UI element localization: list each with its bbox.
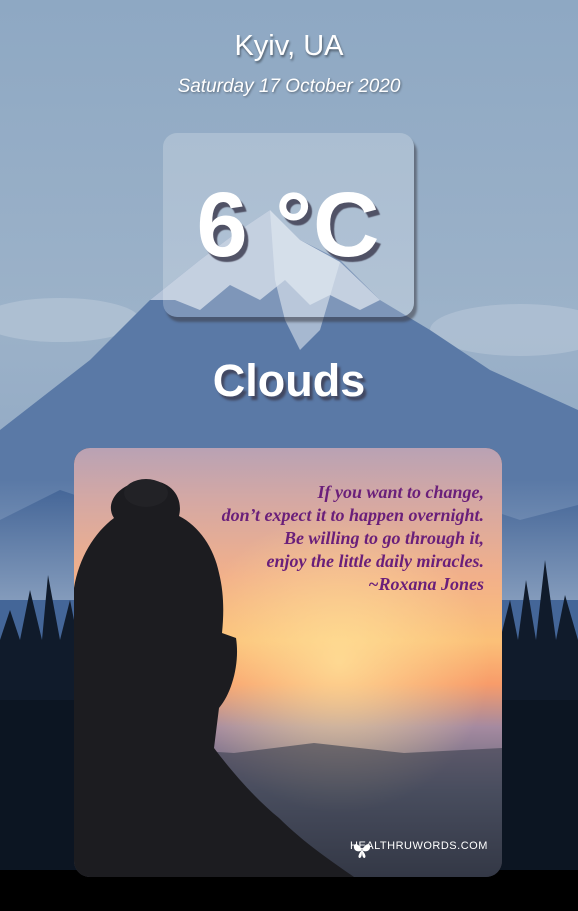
- temperature-panel: 6 °C: [163, 133, 414, 317]
- quote-line: If you want to change,: [317, 482, 484, 502]
- quote-author: ~Roxana Jones: [368, 574, 484, 594]
- butterfly-icon: [353, 844, 371, 858]
- location-label: Kyiv, UA: [234, 30, 344, 62]
- quote-line: Be willing to go through it,: [283, 528, 484, 548]
- quote-line: don’t expect it to happen overnight.: [221, 505, 484, 525]
- temperature-value: 6 °C: [196, 173, 381, 276]
- quote-card: If you want to change, don’t expect it t…: [74, 448, 502, 877]
- quote-text: If you want to change, don’t expect it t…: [104, 481, 484, 596]
- weather-condition: Clouds: [212, 355, 366, 406]
- watermark: HEALTHRUWORDS .COM: [350, 840, 488, 858]
- watermark-domain: .COM: [457, 840, 488, 852]
- quote-line: enjoy the little daily miracles.: [266, 551, 484, 571]
- date-label: Saturday 17 October 2020: [177, 76, 401, 97]
